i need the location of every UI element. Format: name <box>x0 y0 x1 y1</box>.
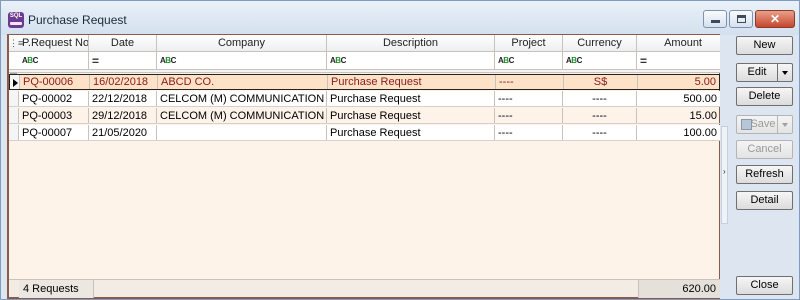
cell-project: ---- <box>495 108 563 123</box>
row-indicator <box>9 125 19 140</box>
app-logo-icon: SQL <box>8 12 24 28</box>
close-window-button[interactable]: ✕ <box>755 10 795 28</box>
save-button-main[interactable]: Save <box>736 115 778 134</box>
header-date[interactable]: Date <box>89 35 157 51</box>
header-project[interactable]: Project <box>495 35 563 51</box>
cell-request-no: PQ-00006 <box>20 75 90 89</box>
table-row[interactable]: PQ-00006 16/02/2018 ABCD CO. Purchase Re… <box>9 74 720 90</box>
minimize-button[interactable] <box>703 10 727 28</box>
close-button[interactable]: Close <box>736 276 793 295</box>
save-button[interactable]: Save <box>736 115 793 134</box>
new-button[interactable]: New <box>736 36 793 55</box>
floppy-disk-icon <box>741 119 752 130</box>
row-indicator <box>9 91 19 106</box>
cell-description: Purchase Request <box>327 91 495 106</box>
grid-header: ⋮≡ P.Request No Date Company Description… <box>9 35 720 52</box>
cell-amount: 500.00 <box>683 92 717 105</box>
header-currency[interactable]: Currency <box>563 35 637 51</box>
row-indicator <box>9 108 19 123</box>
filter-date[interactable]: = <box>89 52 157 69</box>
cell-date: 29/12/2018 <box>89 108 157 123</box>
filter-row: ▽ ABC = ABC ABC ABC ABC = <box>9 52 720 81</box>
refresh-button[interactable]: Refresh <box>736 165 793 184</box>
detail-button[interactable]: Detail <box>736 191 793 210</box>
cell-amount: 15.00 <box>689 109 717 122</box>
cell-date: 21/05/2020 <box>89 125 157 140</box>
table-row[interactable]: PQ-00007 21/05/2020 Purchase Request ---… <box>9 125 720 141</box>
table-row[interactable]: PQ-00002 22/12/2018 CELCOM (M) COMMUNICA… <box>9 91 720 107</box>
cell-company: CELCOM (M) COMMUNICATION BHD <box>157 108 327 123</box>
maximize-button[interactable] <box>729 10 753 28</box>
delete-button[interactable]: Delete <box>736 87 793 106</box>
cell-currency: ---- <box>563 108 637 123</box>
text-filter-icon: ABC <box>160 56 176 65</box>
amount-total: 620.00 <box>638 280 720 298</box>
filter-description[interactable]: ABC <box>327 52 495 69</box>
text-filter-icon: ABC <box>330 56 346 65</box>
cell-currency: S$ <box>564 75 638 89</box>
filter-currency[interactable]: ABC <box>563 52 637 69</box>
column-chooser-icon[interactable]: ⋮≡ <box>9 35 23 52</box>
purchase-request-window: SQL Purchase Request ✕ ⋮≡ P.Request No D… <box>0 0 800 300</box>
text-filter-icon: ABC <box>22 56 38 65</box>
cell-project: ---- <box>495 91 563 106</box>
cell-description: Purchase Request <box>327 108 495 123</box>
close-icon: ✕ <box>769 12 781 26</box>
window-title: Purchase Request <box>28 13 127 27</box>
cell-description: Purchase Request <box>327 125 495 140</box>
cell-date: 16/02/2018 <box>90 75 158 89</box>
edit-dropdown-icon[interactable] <box>778 63 793 82</box>
cell-currency: ---- <box>563 125 637 140</box>
grid-footer: 4 Requests 620.00 <box>9 279 720 298</box>
cell-currency: ---- <box>563 91 637 106</box>
text-filter-icon: ABC <box>566 56 582 65</box>
filter-amount[interactable]: = <box>637 52 720 69</box>
cell-project: ---- <box>496 75 564 89</box>
header-description[interactable]: Description <box>327 35 495 51</box>
minimize-icon <box>711 20 720 23</box>
header-company[interactable]: Company <box>157 35 327 51</box>
cell-company: CELCOM (M) COMMUNICATION BHD <box>157 91 327 106</box>
title-bar[interactable]: SQL Purchase Request ✕ <box>1 1 799 35</box>
cell-company <box>157 125 327 140</box>
cell-description: Purchase Request <box>328 75 496 89</box>
table-row[interactable]: PQ-00003 29/12/2018 CELCOM (M) COMMUNICA… <box>9 108 720 124</box>
edit-button[interactable]: Edit <box>736 63 793 82</box>
row-indicator-arrow-icon <box>10 75 20 89</box>
cell-request-no: PQ-00003 <box>19 108 89 123</box>
edit-button-label[interactable]: Edit <box>736 63 778 82</box>
panel-splitter[interactable]: › <box>721 126 728 224</box>
maximize-icon <box>737 15 746 23</box>
record-count: 4 Requests <box>19 280 94 298</box>
cell-request-no: PQ-00002 <box>19 91 89 106</box>
header-request-no[interactable]: P.Request No <box>19 35 89 51</box>
request-grid[interactable]: ⋮≡ P.Request No Date Company Description… <box>7 34 720 299</box>
filter-company[interactable]: ABC <box>157 52 327 69</box>
cell-amount: 100.00 <box>683 126 717 139</box>
cell-project: ---- <box>495 125 563 140</box>
cell-date: 22/12/2018 <box>89 91 157 106</box>
equals-filter-icon: = <box>92 53 100 68</box>
save-dropdown-icon[interactable] <box>778 115 793 134</box>
cell-amount: 5.00 <box>694 76 716 88</box>
equals-filter-icon: = <box>640 53 648 68</box>
splitter-arrow-icon: › <box>723 167 726 176</box>
cell-request-no: PQ-00007 <box>19 125 89 140</box>
text-filter-icon: ABC <box>498 56 514 65</box>
header-amount[interactable]: Amount <box>637 35 720 51</box>
cell-company: ABCD CO. <box>158 75 328 89</box>
cancel-button[interactable]: Cancel <box>736 140 793 159</box>
app-logo-text: SQL <box>9 13 23 19</box>
filter-request-no[interactable]: ABC <box>19 52 89 69</box>
filter-project[interactable]: ABC <box>495 52 563 69</box>
